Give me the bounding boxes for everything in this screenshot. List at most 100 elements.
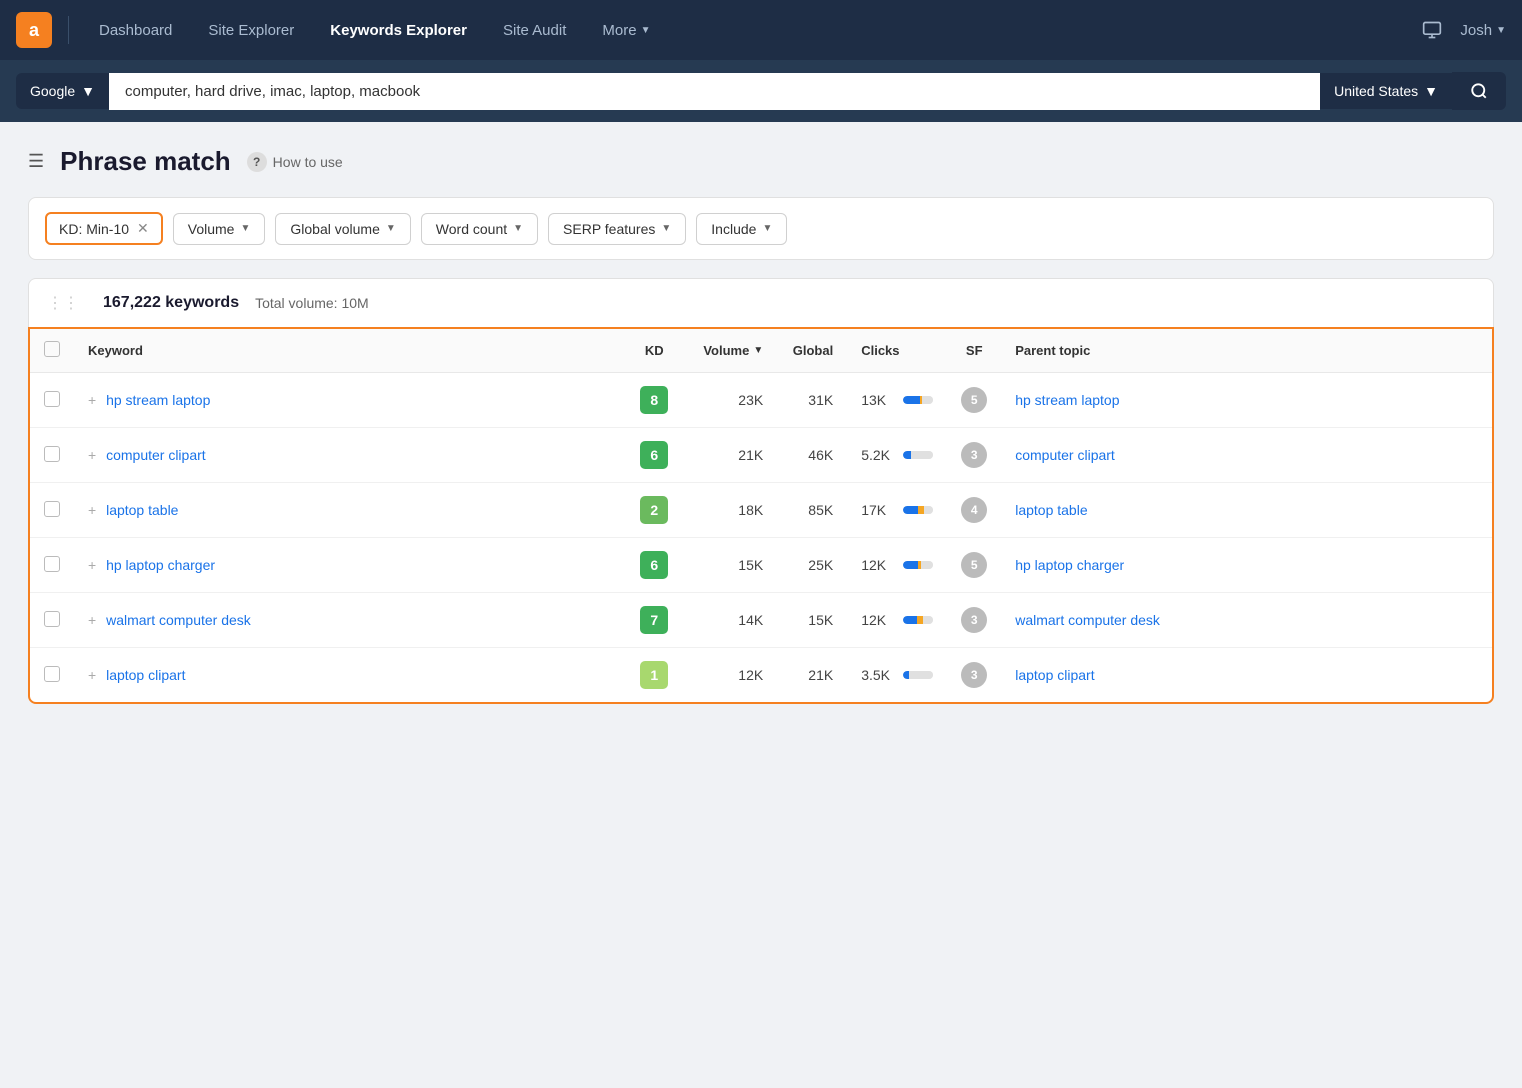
keyword-cell: + walmart computer desk xyxy=(74,593,619,648)
global-cell: 31K xyxy=(777,373,847,428)
parent-topic-link[interactable]: hp laptop charger xyxy=(1015,557,1124,573)
parent-topic-link[interactable]: hp stream laptop xyxy=(1015,392,1119,408)
keyword-cell: + hp laptop charger xyxy=(74,538,619,593)
how-to-use-button[interactable]: ? How to use xyxy=(247,152,343,172)
global-cell: 21K xyxy=(777,648,847,703)
sf-cell: 3 xyxy=(947,593,1001,648)
keyword-link[interactable]: laptop table xyxy=(106,502,178,518)
volume-cell: 18K xyxy=(689,483,777,538)
keywords-table: Keyword KD Volume ▼ Global xyxy=(30,329,1492,702)
th-global[interactable]: Global xyxy=(777,329,847,373)
clicks-value: 17K xyxy=(861,502,899,518)
kd-cell: 2 xyxy=(619,483,689,538)
row-checkbox[interactable] xyxy=(44,611,60,627)
sf-badge: 5 xyxy=(961,387,987,413)
row-checkbox[interactable] xyxy=(44,666,60,682)
keywords-table-wrap: Keyword KD Volume ▼ Global xyxy=(28,327,1494,704)
chevron-down-icon: ▼ xyxy=(1496,25,1506,36)
clicks-cell: 12K xyxy=(847,593,947,648)
page-header: ☰ Phrase match ? How to use xyxy=(28,146,1494,177)
table-row: + hp laptop charger 6 15K 25K 12K 5 hp l… xyxy=(30,538,1492,593)
nav-keywords-explorer[interactable]: Keywords Explorer xyxy=(316,14,481,47)
main-content: ☰ Phrase match ? How to use KD: Min-10 ✕… xyxy=(0,122,1522,728)
parent-topic-link[interactable]: walmart computer desk xyxy=(1015,612,1160,628)
clicks-bar xyxy=(903,396,933,404)
kd-cell: 7 xyxy=(619,593,689,648)
th-parent-topic[interactable]: Parent topic xyxy=(1001,329,1492,373)
kd-badge: 6 xyxy=(640,441,668,469)
bar-yellow-segment xyxy=(917,616,924,624)
nav-dashboard[interactable]: Dashboard xyxy=(85,14,186,47)
parent-topic-cell: laptop table xyxy=(1001,483,1492,538)
table-row: + laptop table 2 18K 85K 17K 4 laptop ta… xyxy=(30,483,1492,538)
row-checkbox[interactable] xyxy=(44,391,60,407)
nav-site-audit[interactable]: Site Audit xyxy=(489,14,580,47)
th-volume[interactable]: Volume ▼ xyxy=(689,329,777,373)
add-keyword-icon[interactable]: + xyxy=(88,557,96,573)
volume-filter-button[interactable]: Volume ▼ xyxy=(173,213,266,245)
add-keyword-icon[interactable]: + xyxy=(88,502,96,518)
add-keyword-icon[interactable]: + xyxy=(88,392,96,408)
keyword-link[interactable]: hp laptop charger xyxy=(106,557,215,573)
th-sf[interactable]: SF xyxy=(947,329,1001,373)
word-count-filter-button[interactable]: Word count ▼ xyxy=(421,213,538,245)
table-row: + laptop clipart 1 12K 21K 3.5K 3 laptop… xyxy=(30,648,1492,703)
filters-bar: KD: Min-10 ✕ Volume ▼ Global volume ▼ Wo… xyxy=(28,197,1494,260)
search-input[interactable] xyxy=(109,73,1320,110)
monitor-icon[interactable] xyxy=(1416,14,1448,46)
th-kd[interactable]: KD xyxy=(619,329,689,373)
select-all-checkbox[interactable] xyxy=(44,341,60,357)
add-keyword-icon[interactable]: + xyxy=(88,612,96,628)
top-navigation: a Dashboard Site Explorer Keywords Explo… xyxy=(0,0,1522,60)
keyword-link[interactable]: laptop clipart xyxy=(106,667,185,683)
clicks-bar xyxy=(903,451,933,459)
sf-badge: 4 xyxy=(961,497,987,523)
row-checkbox-cell xyxy=(30,373,74,428)
parent-topic-link[interactable]: laptop clipart xyxy=(1015,667,1094,683)
clicks-value: 12K xyxy=(861,612,899,628)
table-row: + hp stream laptop 8 23K 31K 13K 5 hp st… xyxy=(30,373,1492,428)
global-cell: 85K xyxy=(777,483,847,538)
nav-more[interactable]: More ▼ xyxy=(588,14,664,47)
keyword-link[interactable]: computer clipart xyxy=(106,447,206,463)
parent-topic-cell: computer clipart xyxy=(1001,428,1492,483)
active-filter-chip[interactable]: KD: Min-10 ✕ xyxy=(45,212,163,245)
keyword-link[interactable]: walmart computer desk xyxy=(106,612,251,628)
country-selector[interactable]: United States ▼ xyxy=(1320,73,1452,109)
bar-blue-segment xyxy=(903,561,917,569)
user-menu[interactable]: Josh ▼ xyxy=(1460,22,1506,39)
add-keyword-icon[interactable]: + xyxy=(88,447,96,463)
th-clicks[interactable]: Clicks xyxy=(847,329,947,373)
include-filter-button[interactable]: Include ▼ xyxy=(696,213,787,245)
drag-handle-icon[interactable]: ⋮⋮ xyxy=(47,293,79,313)
global-volume-filter-button[interactable]: Global volume ▼ xyxy=(275,213,410,245)
keyword-cell: + laptop clipart xyxy=(74,648,619,703)
nav-site-explorer[interactable]: Site Explorer xyxy=(194,14,308,47)
th-keyword[interactable]: Keyword xyxy=(74,329,619,373)
clicks-value: 3.5K xyxy=(861,667,899,683)
serp-features-filter-button[interactable]: SERP features ▼ xyxy=(548,213,686,245)
row-checkbox-cell xyxy=(30,483,74,538)
app-logo[interactable]: a xyxy=(16,12,52,48)
parent-topic-link[interactable]: laptop table xyxy=(1015,502,1087,518)
sf-cell: 3 xyxy=(947,428,1001,483)
parent-topic-link[interactable]: computer clipart xyxy=(1015,447,1115,463)
row-checkbox-cell xyxy=(30,593,74,648)
parent-topic-cell: hp stream laptop xyxy=(1001,373,1492,428)
clicks-cell: 12K xyxy=(847,538,947,593)
row-checkbox[interactable] xyxy=(44,556,60,572)
sf-cell: 5 xyxy=(947,373,1001,428)
sf-cell: 4 xyxy=(947,483,1001,538)
row-checkbox[interactable] xyxy=(44,446,60,462)
kd-badge: 6 xyxy=(640,551,668,579)
add-keyword-icon[interactable]: + xyxy=(88,667,96,683)
kd-badge: 1 xyxy=(640,661,668,689)
engine-selector[interactable]: Google ▼ xyxy=(16,73,109,109)
hamburger-icon[interactable]: ☰ xyxy=(28,151,44,172)
close-filter-icon[interactable]: ✕ xyxy=(137,220,149,237)
search-button[interactable] xyxy=(1452,72,1506,110)
row-checkbox[interactable] xyxy=(44,501,60,517)
keyword-link[interactable]: hp stream laptop xyxy=(106,392,210,408)
bar-blue-segment xyxy=(903,616,917,624)
results-count: 167,222 keywords xyxy=(103,294,239,312)
